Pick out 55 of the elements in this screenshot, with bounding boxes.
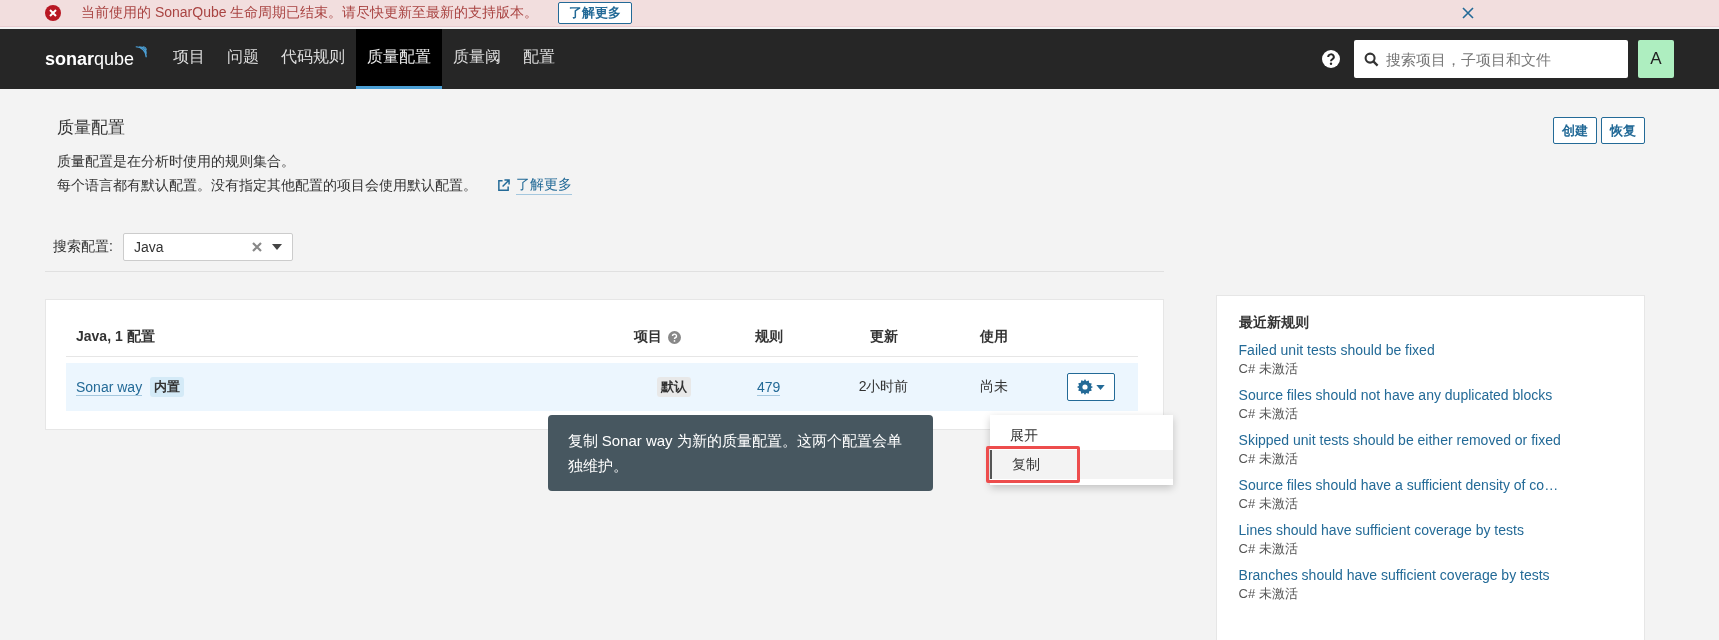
rule-link[interactable]: Lines should have sufficient coverage by tests — [1238, 520, 1622, 540]
caret-icon — [1095, 384, 1105, 390]
card-title: 最近新规则 — [1238, 314, 1310, 332]
user-avatar[interactable]: A — [1638, 40, 1674, 78]
nav-tab[interactable]: 问题 — [216, 29, 271, 89]
rule-link[interactable]: Branches should have sufficient coverage by tests — [1238, 565, 1622, 585]
learn-more-button[interactable]: 了解更多 — [558, 2, 633, 24]
column-header: 规则 — [753, 328, 784, 346]
rule-link[interactable]: Source files should not have any duplicated blocks — [1238, 385, 1622, 405]
gear-icon — [1076, 379, 1093, 395]
clear-icon[interactable] — [251, 242, 262, 252]
menu-item[interactable]: 展开 — [989, 421, 1173, 450]
built-in-tag: 内置 — [150, 377, 185, 397]
action-button[interactable]: 创建 — [1553, 117, 1597, 144]
nav-tab[interactable]: 质量配置 — [356, 29, 443, 89]
profile-select[interactable]: Java — [122, 233, 293, 261]
page-title: 质量配置 — [57, 117, 126, 139]
description-text: 每个语言都有默认配置。没有指定其他配置的项目会使用默认配置。 — [57, 176, 477, 195]
sonarqube-logo[interactable]: sonarqube — [45, 29, 149, 89]
filter-label: 搜索配置: — [53, 238, 113, 256]
search-field[interactable]: 搜索项目，子项目和文件 — [1354, 40, 1628, 78]
rules-count-link[interactable]: 479 — [756, 379, 781, 396]
rule-status: C# 未激活 — [1238, 405, 1299, 422]
learn-more-link[interactable]: 了解更多 — [497, 175, 572, 195]
banner-message: 当前使用的 SonarQube 生命周期已结束。请尽快更新至最新的支持版本。 — [81, 4, 539, 22]
action-button[interactable]: 恢复 — [1601, 117, 1645, 144]
rule-status: C# 未激活 — [1238, 495, 1299, 512]
description-text: 质量配置是在分析时使用的规则集合。 — [57, 152, 296, 171]
rule-status: C# 未激活 — [1238, 360, 1299, 377]
column-header: 更新 — [868, 328, 899, 346]
profile-name-link[interactable]: Sonar way — [76, 378, 143, 396]
column-header: 项目 — [633, 328, 662, 346]
default-tag: 默认 — [656, 377, 691, 397]
rule-link[interactable]: Source files should have a sufficient density of co… — [1238, 475, 1622, 495]
external-link-icon — [497, 178, 510, 192]
help-icon[interactable] — [1322, 50, 1340, 68]
updated-cell-text: 2小时前 — [857, 378, 910, 396]
caret-icon — [271, 244, 282, 250]
search-icon — [1364, 52, 1379, 67]
rule-status: C# 未激活 — [1238, 450, 1299, 467]
rule-status: C# 未激活 — [1238, 585, 1299, 602]
actions-button[interactable] — [1066, 373, 1115, 401]
rule-status: C# 未激活 — [1238, 540, 1299, 557]
nav-tab[interactable]: 配置 — [512, 29, 567, 89]
nav-tab[interactable]: 代码规则 — [270, 29, 357, 89]
column-header: 使用 — [978, 328, 1009, 346]
rule-link[interactable]: Skipped unit tests should be either removed or fixed — [1238, 430, 1622, 450]
column-header: Java, 1 配置 — [75, 328, 156, 346]
error-icon — [45, 5, 61, 21]
nav-tab[interactable]: 项目 — [162, 29, 217, 89]
nav-tab[interactable]: 质量阈 — [442, 29, 513, 89]
rule-link[interactable]: Failed unit tests should be fixed — [1238, 340, 1622, 360]
tooltip: 复制 Sonar way 为新的质量配置。这两个配置会单独维护。 — [547, 415, 933, 491]
used-cell-text: 尚未 — [978, 378, 1009, 396]
close-icon[interactable] — [1462, 7, 1474, 19]
